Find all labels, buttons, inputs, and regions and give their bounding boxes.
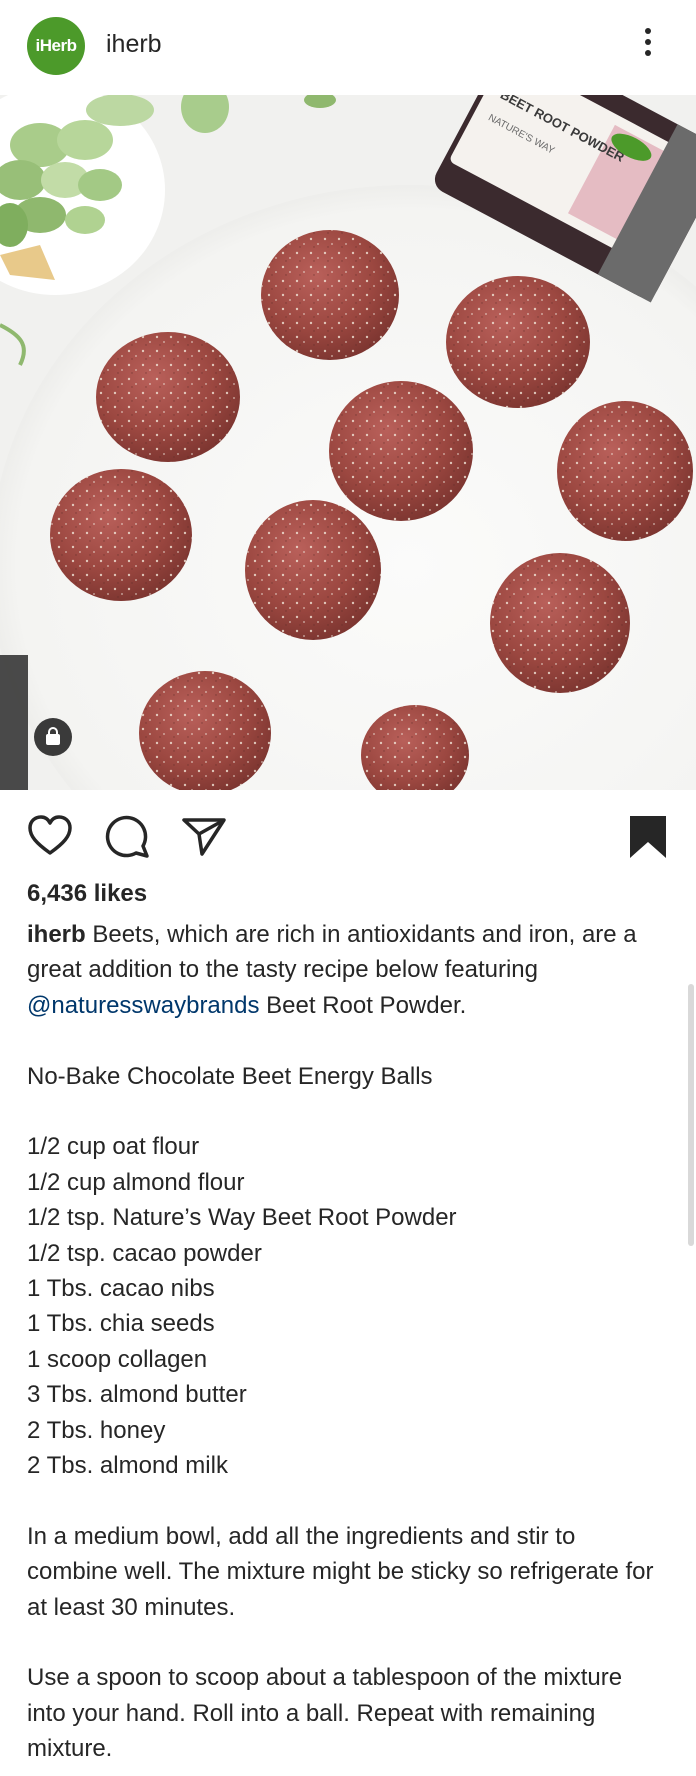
avatar[interactable]: iHerb	[27, 17, 85, 75]
bookmark-icon[interactable]	[624, 812, 672, 860]
ingredient-item: 2 Tbs. almond milk	[27, 1452, 228, 1480]
ingredient-item: 2 Tbs. honey	[27, 1416, 166, 1444]
recipe-step-1: In a medium bowl, add all the ingredient…	[27, 1522, 654, 1621]
send-icon[interactable]	[180, 812, 228, 860]
recipe-title: No-Bake Chocolate Beet Energy Balls	[27, 1062, 433, 1090]
post-photo[interactable]: BEET ROOT POWDER NATURE'S WAY	[0, 95, 696, 790]
mention-link[interactable]: @naturesswaybrands	[27, 992, 259, 1019]
ingredient-item: 1/2 cup oat flour	[27, 1133, 200, 1161]
ingredient-item: 1 Tbs. cacao nibs	[27, 1275, 215, 1303]
ingredient-item: 3 Tbs. almond butter	[27, 1381, 247, 1409]
action-bar	[0, 790, 696, 880]
comment-icon[interactable]	[103, 812, 151, 860]
caption-username[interactable]: iherb	[27, 921, 86, 948]
recipe-step-2: Use a spoon to scoop about a tablespoon …	[27, 1664, 623, 1763]
caption-text-a: Beets, which are rich in antioxidants an…	[27, 921, 637, 984]
ingredient-item: 1/2 tsp. Nature’s Way Beet Root Powder	[27, 1204, 457, 1232]
likes-count[interactable]: 6,436 likes	[27, 880, 147, 908]
ingredient-item: 1/2 tsp. cacao powder	[27, 1239, 262, 1267]
post-caption: iherb Beets, which are rich in antioxida…	[27, 917, 667, 1767]
scrollbar[interactable]	[688, 984, 694, 1246]
ingredient-item: 1/2 cup almond flour	[27, 1168, 245, 1196]
caption-intro: iherb Beets, which are rich in antioxida…	[27, 917, 667, 1023]
post-header: iHerb iherb	[0, 0, 696, 95]
ingredient-item: 1 Tbs. chia seeds	[27, 1310, 215, 1338]
username[interactable]: iherb	[106, 30, 162, 59]
caption-text-b: Beet Root Powder.	[259, 991, 467, 1019]
shopping-bag-icon[interactable]	[34, 718, 72, 756]
ingredient-item: 1 scoop collagen	[27, 1345, 208, 1373]
heart-icon[interactable]	[26, 812, 74, 860]
kebab-menu-icon[interactable]	[640, 28, 656, 64]
